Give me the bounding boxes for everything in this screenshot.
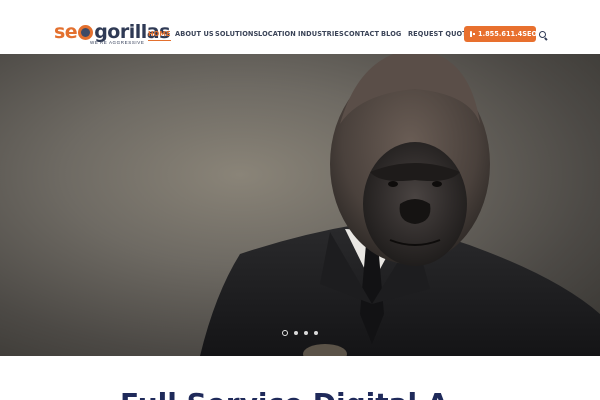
site-header: se gorillas WE'RE AGGRESSIVE HOME ABOUT … xyxy=(0,0,600,54)
phone-icon xyxy=(470,31,475,37)
phone-number: 1.855.611.4SEO xyxy=(478,30,538,38)
hero-gorilla-image xyxy=(200,54,600,356)
nav-item-blog[interactable]: BLOG xyxy=(381,30,401,38)
nav-item-location[interactable]: LOCATION xyxy=(258,30,296,38)
section-headline: Full Service Digital A xyxy=(120,390,480,400)
nav-item-solutions[interactable]: SOLUTIONS xyxy=(215,30,258,38)
nav-item-home[interactable]: HOME xyxy=(148,30,171,41)
logo-globe-icon xyxy=(78,24,94,40)
slider-dot-3[interactable] xyxy=(304,331,308,335)
logo-tagline: WE'RE AGGRESSIVE xyxy=(90,40,145,45)
site-logo[interactable]: se gorillas WE'RE AGGRESSIVE xyxy=(54,21,170,46)
slider-pagination xyxy=(282,330,318,336)
logo-prefix: se xyxy=(54,21,78,43)
nav-item-contact[interactable]: CONTACT xyxy=(344,30,379,38)
slider-dot-4[interactable] xyxy=(314,331,318,335)
slider-dot-2[interactable] xyxy=(294,331,298,335)
slider-dot-1[interactable] xyxy=(282,330,288,336)
phone-button[interactable]: 1.855.611.4SEO xyxy=(464,26,538,42)
nav-item-request-quote[interactable]: REQUEST QUOTE xyxy=(408,30,471,38)
hero-slider xyxy=(0,54,600,356)
search-icon[interactable] xyxy=(539,31,546,38)
headline-text: Full Service Digital A xyxy=(120,390,449,400)
nav-item-industries[interactable]: INDUSTRIES xyxy=(298,30,344,38)
nav-item-about-us[interactable]: ABOUT US xyxy=(175,30,214,38)
